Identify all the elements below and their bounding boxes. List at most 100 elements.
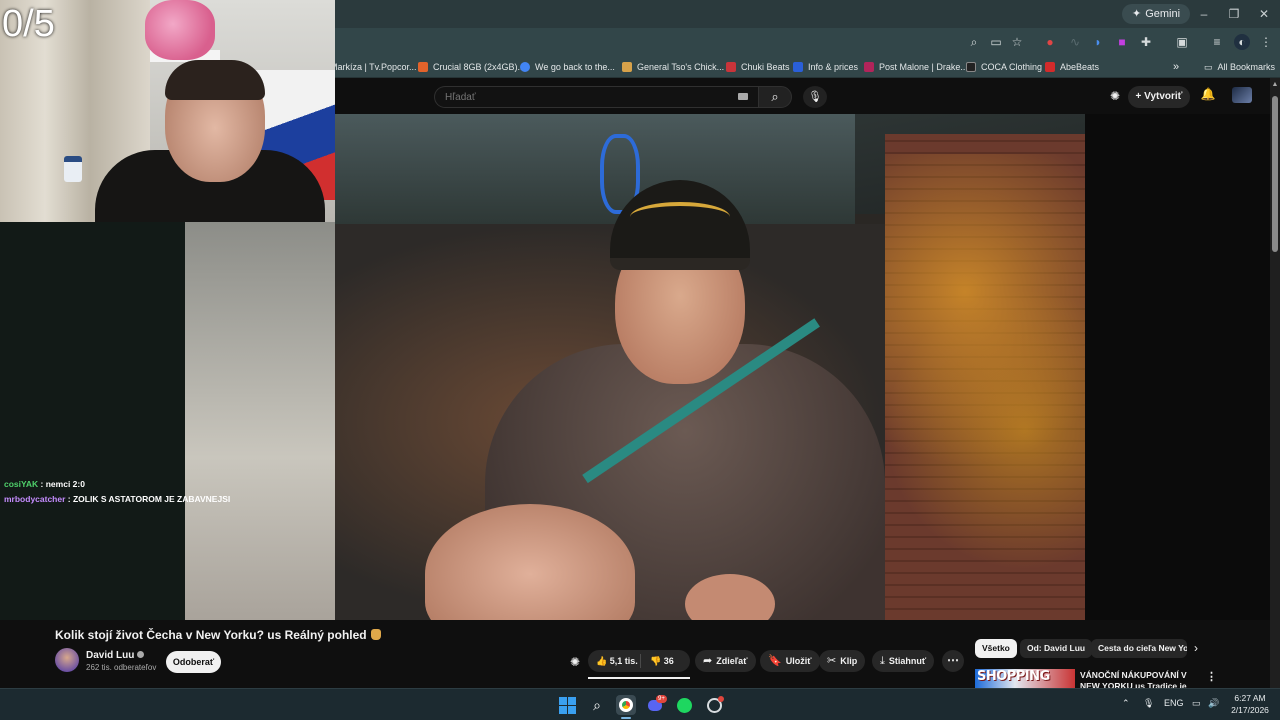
like-divider	[640, 654, 641, 668]
bookmark-label: Post Malone | Drake...	[879, 62, 968, 72]
webcam-mug	[64, 156, 82, 182]
more-dots-icon: ⋯	[947, 653, 959, 667]
bookmark-item[interactable]: Crucial 8GB (2x4GB)...	[418, 60, 525, 74]
bookmark-label: Chuki Beats	[741, 62, 790, 72]
chat-message: cosiYAK : nemci 2:0	[4, 478, 85, 490]
close-button[interactable]: ✕	[1252, 4, 1276, 24]
account-avatar[interactable]	[1232, 87, 1252, 103]
dislike-button[interactable]: 👎 36	[650, 650, 674, 672]
tray-volume-icon[interactable]: 🔊	[1208, 698, 1219, 709]
gemini-icon: ✦	[1132, 8, 1142, 20]
video-details: Kolik stojí život Čecha v New Yorku? us …	[0, 620, 1270, 688]
more-actions-button[interactable]: ⋯	[942, 650, 964, 672]
chip-topic[interactable]: Cesta do cieľa New Yo	[1091, 639, 1187, 658]
page-scrollbar[interactable]: ▲	[1270, 78, 1280, 688]
chat-text: : nemci 2:0	[38, 479, 85, 489]
bookmark-favicon-icon	[966, 62, 976, 72]
hype-icon[interactable]: ✺	[570, 655, 580, 669]
cast-icon[interactable]: ▭	[988, 34, 1004, 50]
chip-all[interactable]: Všetko	[975, 639, 1017, 658]
steam-notification-dot	[718, 696, 724, 702]
bookmark-item[interactable]: General Tso's Chick...	[622, 60, 724, 74]
start-windows-icon[interactable]	[557, 695, 577, 715]
extension-purple-icon[interactable]: ■	[1114, 34, 1130, 50]
profile-avatar-icon[interactable]: ◐	[1234, 34, 1250, 50]
thumbnail-text: SHOPPING	[977, 669, 1050, 684]
gemini-button[interactable]: ✦ Gemini	[1122, 4, 1191, 24]
search-input[interactable]	[435, 87, 758, 108]
notifications-bell-icon[interactable]: 🔔	[1200, 87, 1216, 103]
clip-button[interactable]: ✂ Klip	[819, 650, 866, 672]
bookmark-item[interactable]: Chuki Beats	[726, 60, 790, 74]
chat-message: mrbodycatcher : ZOLIK S ASTATOROM JE ZAB…	[4, 493, 230, 505]
screen: ✦ Gemini – ❐ ✕ ⌕ ▭ ☆ ● ∿ ◗ ■ ✚ ▣ ≡ ◐ ⋮ M…	[0, 0, 1280, 720]
video-frame-autumn-leaves	[885, 154, 1085, 614]
extension-gray-icon[interactable]: ∿	[1067, 34, 1083, 50]
bookmark-item[interactable]: COCA Clothing	[966, 60, 1042, 74]
all-bookmarks-button[interactable]: ▭ All Bookmarks	[1204, 60, 1275, 74]
channel-name-row[interactable]: David Luu	[86, 650, 145, 661]
recommended-menu-icon[interactable]: ⋮	[1206, 670, 1217, 683]
video-title-row: Kolik stojí život Čecha v New Yorku? us …	[55, 628, 381, 642]
extension-red-icon[interactable]: ●	[1042, 34, 1058, 50]
webcam-plush-toy	[145, 0, 215, 60]
scissors-icon: ✂	[827, 655, 837, 667]
subscribe-button[interactable]: Odoberať	[166, 651, 221, 673]
channel-avatar[interactable]	[55, 648, 79, 672]
zoom-icon[interactable]: ⌕	[966, 34, 982, 50]
player-side-area	[1085, 114, 1270, 620]
scrollbar-thumb[interactable]	[1272, 96, 1278, 252]
bookmark-star-icon[interactable]: ☆	[1009, 34, 1025, 50]
bookmark-icon: 🔖	[768, 655, 782, 667]
bookmark-favicon-icon	[520, 62, 530, 72]
recommended-thumbnail[interactable]: SHOPPING	[975, 669, 1075, 688]
microphone-icon: 🎙	[808, 91, 822, 103]
steam-icon[interactable]	[704, 695, 724, 715]
chat-text: : ZOLIK S ASTATOROM JE ZABAVNEJSI	[65, 494, 231, 504]
like-dislike-group: 👍 5,1 tis. 👎 36	[588, 650, 690, 672]
bookmark-item[interactable]: Info & prices	[793, 60, 858, 74]
windows-taskbar: ⌕ 9+ ⌃ 🎙 ENG ▭ 🔊 6:27 AM 2/17/2026	[0, 688, 1280, 720]
chat-overlay: cosiYAK : nemci 2:0 mrbodycatcher : ZOLI…	[0, 222, 230, 620]
chevron-right-icon[interactable]: ›	[1194, 641, 1198, 655]
search-button[interactable]: ⌕	[758, 86, 792, 108]
chrome-icon[interactable]	[616, 695, 636, 715]
maximize-button[interactable]: ❐	[1222, 4, 1246, 24]
chip-from-channel[interactable]: Od: David Luu	[1020, 639, 1093, 658]
create-button[interactable]: + Vytvoriť	[1128, 86, 1190, 108]
thumbs-up-icon: 👍	[596, 656, 610, 666]
tray-microphone-icon[interactable]: 🎙	[1143, 698, 1154, 709]
bookmark-item[interactable]: AbeBeats	[1045, 60, 1099, 74]
video-frame-beanie-pattern	[630, 202, 730, 232]
reading-list-icon[interactable]: ≡	[1209, 34, 1225, 50]
discord-icon[interactable]: 9+	[645, 695, 667, 715]
bookmark-item[interactable]: We go back to the...	[520, 60, 615, 74]
download-button[interactable]: ⤓ Stiahnuť	[872, 650, 935, 672]
recommended-title[interactable]: VÁNOČNÍ NÁKUPOVÁNÍ V NEW YORKU us Tradic…	[1080, 670, 1204, 688]
chat-username: cosiYAK	[4, 479, 39, 489]
more-bookmarks-button[interactable]: »	[1173, 60, 1179, 74]
verified-icon	[137, 651, 145, 658]
like-button[interactable]: 👍 5,1 tis.	[596, 650, 638, 672]
bookmark-item[interactable]: Markíza | Tv.Popcor...	[330, 60, 417, 74]
tray-display-icon[interactable]: ▭	[1192, 698, 1201, 709]
spotify-icon[interactable]	[674, 695, 694, 715]
system-clock[interactable]: 6:27 AM 2/17/2026	[1228, 692, 1272, 716]
extensions-puzzle-icon[interactable]: ✚	[1138, 34, 1154, 50]
voice-search-button[interactable]: 🎙	[803, 86, 827, 108]
tray-chevron-up-icon[interactable]: ⌃	[1122, 698, 1130, 709]
minimize-button[interactable]: –	[1192, 4, 1216, 24]
hype-sparkle-icon[interactable]: ✺	[1108, 89, 1122, 103]
taskbar-search-icon[interactable]: ⌕	[587, 695, 607, 715]
keyboard-icon[interactable]	[738, 93, 748, 100]
bookmark-favicon-icon	[793, 62, 803, 72]
save-button[interactable]: 🔖 Uložiť	[760, 650, 820, 672]
language-indicator[interactable]: ENG	[1164, 698, 1184, 708]
bookmark-item[interactable]: Post Malone | Drake...	[864, 60, 968, 74]
tab-search-icon[interactable]: ▣	[1174, 34, 1190, 50]
browser-menu-icon[interactable]: ⋮	[1258, 34, 1274, 50]
extension-blue-icon[interactable]: ◗	[1090, 34, 1106, 50]
channel-name: David Luu	[86, 650, 135, 661]
share-button[interactable]: ➦ Zdieľať	[695, 650, 756, 672]
scroll-up-arrow-icon[interactable]: ▲	[1271, 81, 1279, 88]
